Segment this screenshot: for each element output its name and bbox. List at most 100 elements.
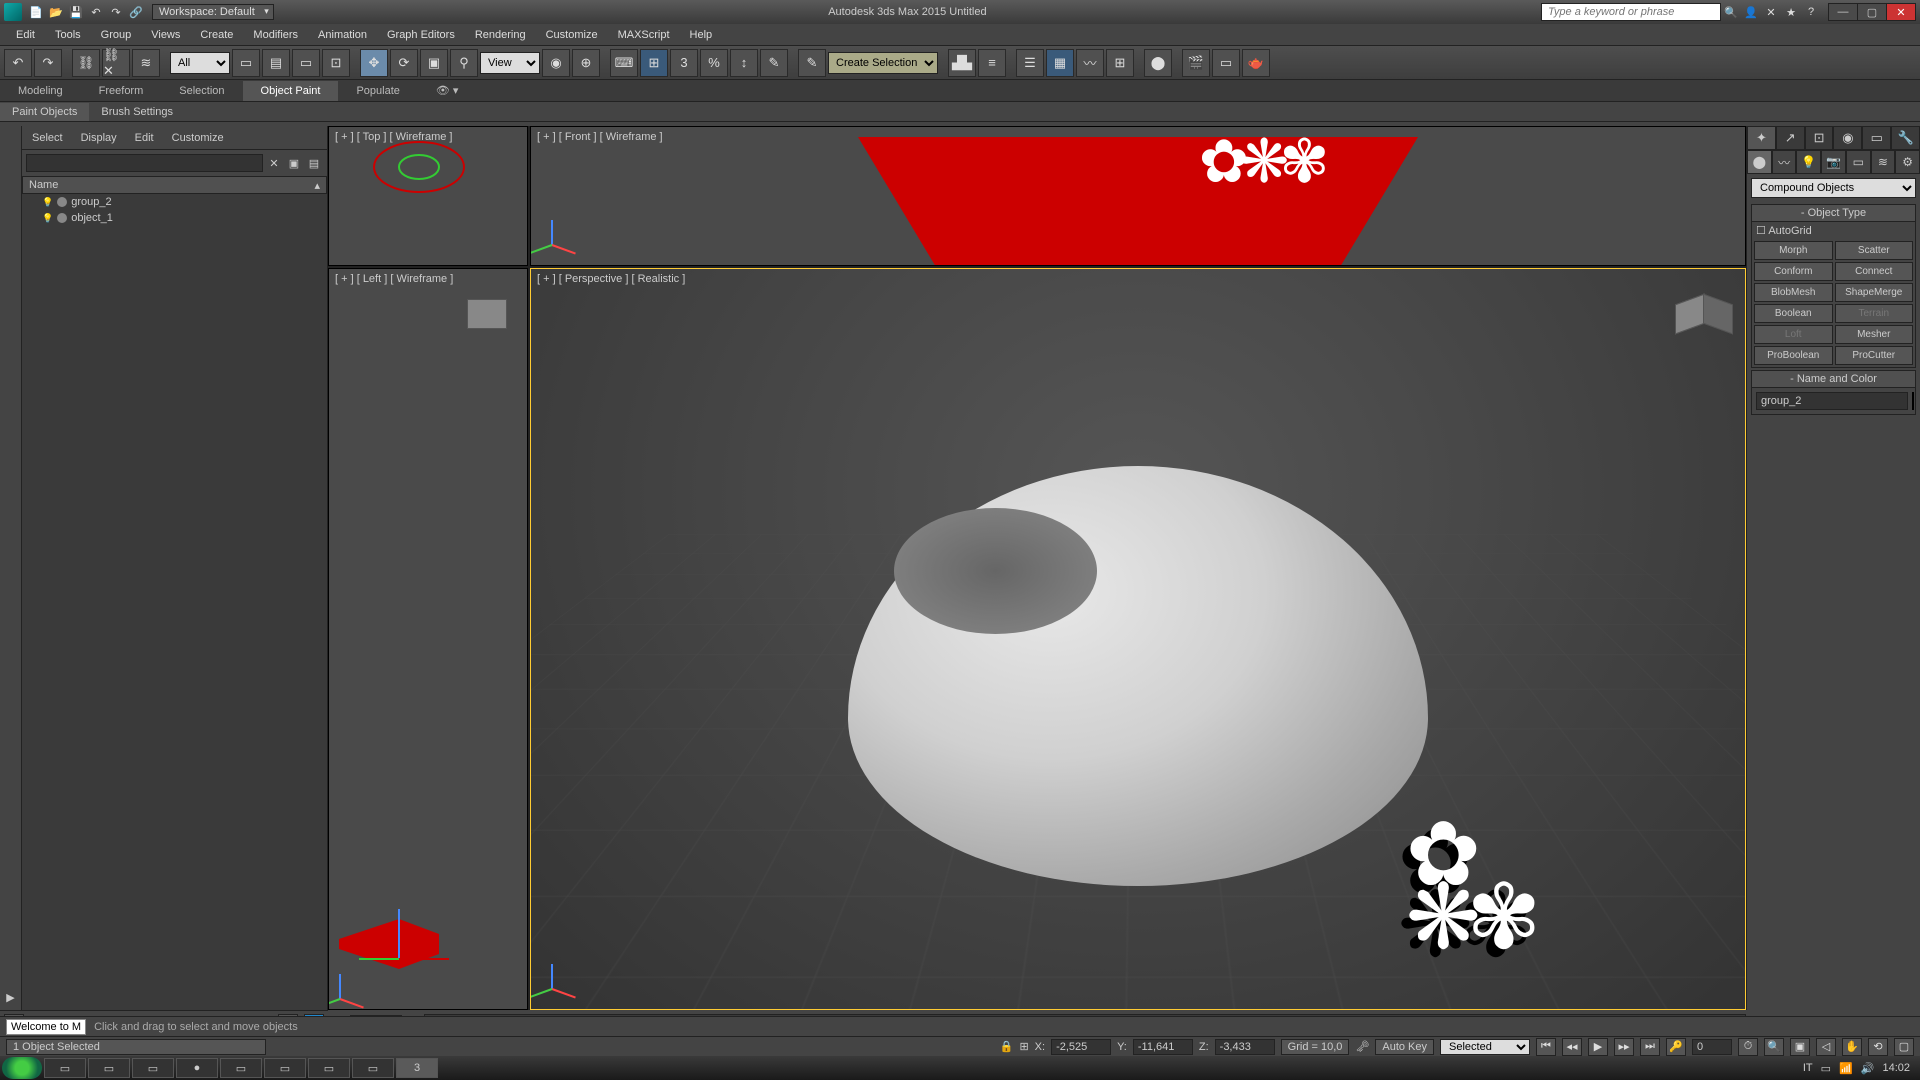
selection-filter-dropdown[interactable]: All [170, 52, 230, 74]
keyboard-shortcut-button[interactable]: ⌨ [610, 49, 638, 77]
outliner-menu-customize[interactable]: Customize [168, 130, 228, 146]
outliner-menu-select[interactable]: Select [28, 130, 67, 146]
tray-volume-icon[interactable]: 🔊 [1861, 1062, 1875, 1075]
workspace-dropdown[interactable]: Workspace: Default [152, 4, 274, 20]
blobmesh-button[interactable]: BlobMesh [1754, 283, 1833, 302]
window-crossing-button[interactable]: ⊡ [322, 49, 350, 77]
bind-spacewarp-button[interactable]: ≋ [132, 49, 160, 77]
visibility-bulb-icon[interactable]: 💡 [42, 197, 53, 208]
taskbar-app[interactable]: ▭ [220, 1058, 262, 1078]
link-button[interactable]: ⛓ [72, 49, 100, 77]
procutter-button[interactable]: ProCutter [1835, 346, 1914, 365]
menu-help[interactable]: Help [680, 26, 723, 44]
connect-button[interactable]: Connect [1835, 262, 1914, 281]
outliner-menu-display[interactable]: Display [77, 130, 121, 146]
favorite-icon[interactable]: ★ [1781, 3, 1801, 21]
mirror-button[interactable]: ▟▙ [948, 49, 976, 77]
viewcube[interactable] [1675, 289, 1725, 339]
taskbar-app[interactable]: ▭ [352, 1058, 394, 1078]
menu-create[interactable]: Create [190, 26, 243, 44]
autokey-button[interactable]: Auto Key [1375, 1039, 1434, 1055]
link-icon[interactable]: 🔗 [126, 3, 146, 21]
next-frame-button[interactable]: ▸▸ [1614, 1038, 1634, 1056]
object-name-input[interactable] [1756, 392, 1908, 410]
ribbon-tab-objectpaint[interactable]: Object Paint [243, 81, 339, 101]
select-scale-button[interactable]: ▣ [420, 49, 448, 77]
rollout-header[interactable]: - Object Type [1752, 205, 1915, 222]
y-coord[interactable]: -11,641 [1133, 1039, 1193, 1055]
search-icon[interactable]: 🔍 [1721, 3, 1741, 21]
helpers-tab[interactable]: ▭ [1846, 150, 1871, 174]
viewport-label[interactable]: [ + ] [ Perspective ] [ Realistic ] [537, 273, 685, 285]
help-icon[interactable]: ? [1801, 3, 1821, 21]
shapes-tab[interactable]: 〰 [1772, 150, 1797, 174]
menu-maxscript[interactable]: MAXScript [608, 26, 680, 44]
coord-mode-icon[interactable]: ⊞ [1019, 1040, 1028, 1053]
undo-icon[interactable]: ↶ [86, 3, 106, 21]
ribbon-tab-freeform[interactable]: Freeform [81, 81, 162, 101]
edit-named-sel-button[interactable]: ✎ [760, 49, 788, 77]
geometry-category-dropdown[interactable]: Compound Objects [1751, 178, 1916, 198]
menu-views[interactable]: Views [141, 26, 190, 44]
scatter-button[interactable]: Scatter [1835, 241, 1914, 260]
menu-grapheditors[interactable]: Graph Editors [377, 26, 465, 44]
ribbon-sub-brushsettings[interactable]: Brush Settings [89, 103, 185, 121]
proboolean-button[interactable]: ProBoolean [1754, 346, 1833, 365]
rect-region-button[interactable]: ▭ [292, 49, 320, 77]
spacewarps-tab[interactable]: ≋ [1871, 150, 1896, 174]
menu-rendering[interactable]: Rendering [465, 26, 536, 44]
select-place-button[interactable]: ⚲ [450, 49, 478, 77]
outliner-item[interactable]: 💡 group_2 [22, 194, 327, 210]
menu-animation[interactable]: Animation [308, 26, 377, 44]
utilities-tab[interactable]: 🔧 [1891, 126, 1920, 150]
layers-button[interactable]: ☰ [1016, 49, 1044, 77]
lights-tab[interactable]: 💡 [1796, 150, 1821, 174]
viewport-label[interactable]: [ + ] [ Left ] [ Wireframe ] [335, 273, 453, 285]
tray-lang[interactable]: IT [1803, 1062, 1813, 1074]
goto-end-button[interactable]: ⏭ [1640, 1038, 1660, 1056]
angle-snap-button[interactable]: 3 [670, 49, 698, 77]
viewport-front[interactable]: [ + ] [ Front ] [ Wireframe ] ✿❋✾ [530, 126, 1746, 266]
start-button[interactable] [2, 1057, 42, 1079]
signin-icon[interactable]: 👤 [1741, 3, 1761, 21]
taskbar-app[interactable]: ● [176, 1058, 218, 1078]
snap-toggle-button[interactable]: ⊞ [640, 49, 668, 77]
select-by-name-button[interactable]: ▤ [262, 49, 290, 77]
render-frame-button[interactable]: ▭ [1212, 49, 1240, 77]
open-file-icon[interactable]: 📂 [46, 3, 66, 21]
tray-clock[interactable]: 14:02 [1882, 1062, 1910, 1074]
lock-icon[interactable]: 🔒 [1000, 1040, 1014, 1053]
redo-button[interactable]: ↷ [34, 49, 62, 77]
select-object-button[interactable]: ▭ [232, 49, 260, 77]
expand-arrow-icon[interactable]: ▶ [6, 991, 14, 1004]
listener-input[interactable]: Welcome to M [6, 1019, 86, 1035]
clear-filter-icon[interactable]: ✕ [265, 154, 283, 172]
redo-icon[interactable]: ↷ [106, 3, 126, 21]
window-minimize-button[interactable]: — [1828, 3, 1858, 21]
outliner-filter-input[interactable] [26, 154, 263, 172]
z-coord[interactable]: -3,433 [1215, 1039, 1275, 1055]
visibility-bulb-icon[interactable]: 💡 [42, 213, 53, 224]
curve-editor-button[interactable]: 〰 [1076, 49, 1104, 77]
loft-button[interactable]: Loft [1754, 325, 1833, 344]
filter-options-icon[interactable]: ▤ [305, 154, 323, 172]
mesher-button[interactable]: Mesher [1835, 325, 1914, 344]
modify-tab[interactable]: ↗ [1776, 126, 1805, 150]
ribbon-tab-modeling[interactable]: Modeling [0, 81, 81, 101]
named-selection-dropdown[interactable]: Create Selection Se [828, 52, 938, 74]
autogrid-checkbox[interactable]: ☐ AutoGrid [1752, 222, 1915, 239]
align-button[interactable]: ≡ [978, 49, 1006, 77]
display-tab[interactable]: ▭ [1862, 126, 1891, 150]
window-maximize-button[interactable]: ▢ [1857, 3, 1887, 21]
nav-maximize-button[interactable]: ▢ [1894, 1038, 1914, 1056]
spinner-snap-button[interactable]: ↕ [730, 49, 758, 77]
key-icon[interactable]: 🗝 [1355, 1040, 1369, 1053]
filter-selection-icon[interactable]: ▣ [285, 154, 303, 172]
taskbar-app[interactable]: ▭ [132, 1058, 174, 1078]
outliner-menu-edit[interactable]: Edit [131, 130, 158, 146]
render-setup-button[interactable]: 🎬 [1182, 49, 1210, 77]
goto-start-button[interactable]: ⏮ [1536, 1038, 1556, 1056]
nav-pan-button[interactable]: ✋ [1842, 1038, 1862, 1056]
prev-frame-button[interactable]: ◂◂ [1562, 1038, 1582, 1056]
taskbar-app[interactable]: ▭ [88, 1058, 130, 1078]
